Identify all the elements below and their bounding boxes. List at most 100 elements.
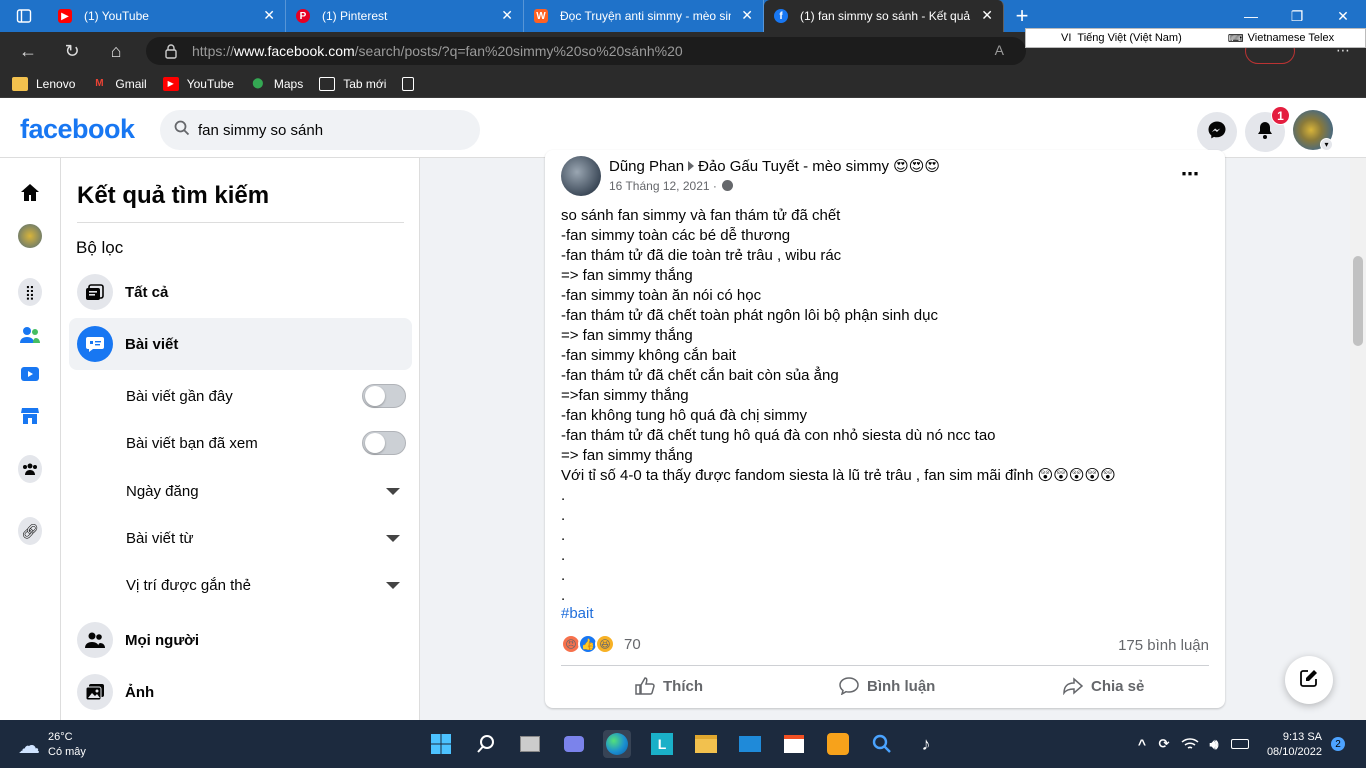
tab-title: (1) YouTube [84,9,149,23]
close-tab-icon[interactable]: ✕ [981,8,993,22]
left-navigation-rail: ⣿ 🔗︎ [0,158,61,720]
file-explorer-icon[interactable] [692,730,720,758]
watch-icon[interactable] [18,363,42,387]
comment-count[interactable]: 175 bình luận [1118,637,1209,654]
read-aloud-icon[interactable]: A [995,42,1004,58]
groups-icon[interactable] [18,455,42,483]
bookmark-maps[interactable]: ⬤ Maps [250,77,303,91]
bookmark-label: Lenovo [36,76,76,91]
filter-date-posted[interactable]: Ngày đăng [126,471,406,511]
youtube-icon: ▶ [162,76,179,91]
bookmarks-bar: Lenovo M Gmail ▶ YouTube ⬤ Maps Tab mới [0,70,1366,98]
filter-recent-posts[interactable]: Bài viết gần đây [126,376,406,416]
notification-count-badge[interactable]: 2 [1331,737,1345,751]
messenger-button[interactable] [1197,112,1237,152]
post-date[interactable]: 16 Tháng 12, 2021 · [609,179,734,193]
new-message-button[interactable] [1285,656,1333,704]
battery-icon[interactable] [1226,730,1254,758]
bookmark-lenovo[interactable]: Lenovo [12,76,76,91]
search-icon[interactable] [472,730,500,758]
marketplace-icon[interactable] [18,404,42,428]
game-app-icon[interactable] [824,730,852,758]
category-photos[interactable]: Ảnh [69,666,412,718]
more-options-icon[interactable]: ⋯ [1181,164,1200,185]
bookmark-youtube[interactable]: ▶ YouTube [162,76,234,91]
tiktok-icon[interactable]: ♪ [912,730,940,758]
weather-condition: Có mây [48,746,86,758]
category-all[interactable]: Tất cả [69,266,412,318]
author-name[interactable]: Dũng Phan [609,158,684,175]
edge-icon[interactable] [603,730,631,758]
tab-youtube[interactable]: ▶ (1) YouTube ✕ [48,0,286,32]
network-warning-icon[interactable]: ⟳ [1150,730,1178,758]
youtube-icon: ▶ [58,9,72,23]
system-clock[interactable]: 9:13 SA 08/10/2022 [1262,730,1322,760]
reactions-summary[interactable]: 😠 👍 😆 70 [561,634,641,654]
like-button[interactable]: Thích [635,670,703,702]
category-label: Tất cả [125,283,169,301]
hashtag-link[interactable]: #bait [561,605,594,622]
ime-language-bar[interactable]: VI Tiếng Việt (Việt Nam) ⌨ Vietnamese Te… [1025,28,1366,48]
url-prefix: https:// [192,43,235,59]
filter-seen-posts[interactable]: Bài viết bạn đã xem [126,423,406,463]
filter-posts-from[interactable]: Bài viết từ [126,518,406,558]
refresh-icon[interactable]: ↻ [61,40,83,62]
messenger-icon [1207,120,1227,145]
bookmark-gmail[interactable]: M Gmail [91,77,147,91]
people-icon [77,622,113,658]
home-icon[interactable] [18,181,42,205]
recent-posts-toggle[interactable] [362,384,406,408]
menu-grid-icon[interactable]: ⣿ [18,278,42,306]
category-people[interactable]: Mọi người [69,614,412,666]
filter-label: Bài viết bạn đã xem [126,434,258,452]
filter-tagged-location[interactable]: Vị trí được gắn thẻ [126,565,406,605]
l-app-icon[interactable]: L [648,730,676,758]
volume-icon[interactable]: 🔊︎ [1200,730,1228,758]
bookmark-page[interactable] [402,76,422,91]
compose-icon [1299,668,1319,693]
account-chevron-down-icon[interactable]: ▾ [1320,138,1333,151]
profile-avatar[interactable] [18,224,42,248]
group-name[interactable]: Đảo Gấu Tuyết - mèo simmy 😍😍😍 [698,157,940,175]
category-label: Bài viết [125,335,179,353]
share-button[interactable]: Chia sẻ [1063,670,1144,702]
comment-button[interactable]: Bình luận [839,670,935,702]
seen-posts-toggle[interactable] [362,431,406,455]
tab-facebook[interactable]: f (1) fan simmy so sánh - Kết quả t ✕ [764,0,1004,32]
back-arrow-icon[interactable]: ← [17,40,39,62]
share-label: Chia sẻ [1091,677,1145,695]
tab-actions-icon[interactable] [0,0,48,32]
search-input[interactable]: fan simmy so sánh [160,110,480,150]
mail-icon[interactable] [736,730,764,758]
chat-icon[interactable] [560,730,588,758]
scrollbar-thumb[interactable] [1353,256,1363,346]
tab-wattpad[interactable]: W Đọc Truyện anti simmy - mèo sim ✕ [524,0,764,32]
caret-down-icon [386,487,400,495]
magnifier-icon[interactable] [868,730,896,758]
post-date-text: 16 Tháng 12, 2021 · [609,179,717,193]
facebook-icon: f [774,9,788,23]
task-view-icon[interactable] [516,730,544,758]
bookmark-new-tab[interactable]: Tab mới [319,76,386,91]
category-posts[interactable]: Bài viết [69,318,412,370]
url-field[interactable]: https://www.facebook.com/search/posts/?q… [146,37,1026,65]
divider [561,665,1209,666]
tab-title: (1) fan simmy so sánh - Kết quả t [800,9,971,23]
close-tab-icon[interactable]: ✕ [263,8,275,22]
weather-widget[interactable]: ☁ 26°C Có mây [18,730,86,760]
close-tab-icon[interactable]: ✕ [501,8,513,22]
link-icon[interactable]: 🔗︎ [18,517,42,545]
page-scrollbar[interactable] [1350,158,1366,720]
store-icon[interactable] [780,730,808,758]
ime-keyboard-name: Vietnamese Telex [1247,32,1335,44]
folder-icon [12,76,28,91]
author-avatar[interactable] [561,156,601,196]
home-icon[interactable]: ⌂ [105,40,127,62]
facebook-logo[interactable]: facebook [20,114,135,145]
friends-icon[interactable] [18,323,42,347]
category-label: Mọi người [125,631,200,649]
close-tab-icon[interactable]: ✕ [741,8,753,22]
temperature: 26°C [48,731,73,743]
start-icon[interactable] [427,730,455,758]
tab-pinterest[interactable]: P (1) Pinterest ✕ [286,0,524,32]
